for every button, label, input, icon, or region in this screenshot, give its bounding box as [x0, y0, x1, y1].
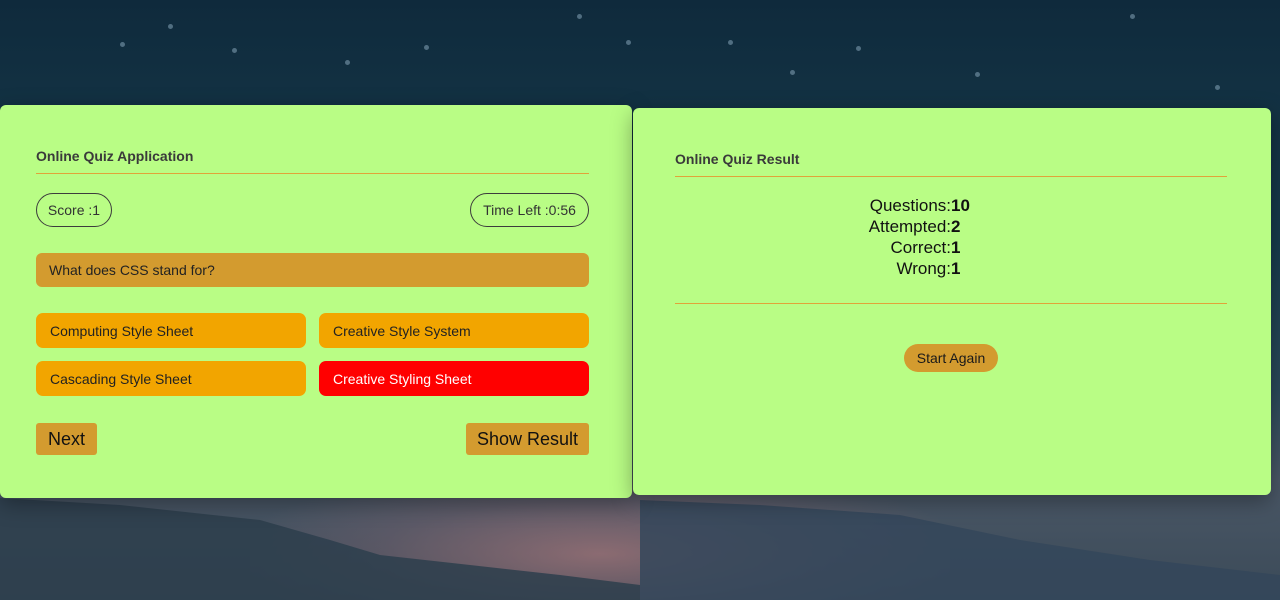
star-decoration — [728, 40, 733, 45]
quiz-title: Online Quiz Application — [36, 148, 194, 164]
score-badge: Score :1 — [36, 193, 112, 227]
show-result-button[interactable]: Show Result — [466, 423, 589, 455]
star-decoration — [168, 24, 173, 29]
stat-label: Wrong: — [896, 259, 952, 278]
result-panel: Online Quiz Result Questions:10 Attempte… — [633, 108, 1271, 495]
star-decoration — [345, 60, 350, 65]
stat-attempted: Attempted:2 — [633, 216, 1271, 237]
stat-value: 1 — [951, 259, 961, 278]
result-title-divider — [675, 176, 1227, 177]
star-decoration — [856, 46, 861, 51]
stat-label: Questions: — [869, 196, 951, 215]
star-decoration — [975, 72, 980, 77]
stat-label: Correct: — [890, 238, 951, 257]
star-decoration — [577, 14, 582, 19]
stat-questions: Questions:10 — [633, 195, 1271, 216]
stat-correct: Correct:1 — [633, 237, 1271, 258]
option-button-1[interactable]: Computing Style Sheet — [36, 313, 306, 348]
stat-wrong: Wrong:1 — [633, 258, 1271, 279]
option-button-2[interactable]: Creative Style System — [319, 313, 589, 348]
quiz-title-divider — [36, 173, 589, 174]
star-decoration — [232, 48, 237, 53]
stat-value: 2 — [951, 217, 961, 236]
stat-value: 1 — [951, 238, 961, 257]
question-text: What does CSS stand for? — [36, 253, 589, 287]
next-button[interactable]: Next — [36, 423, 97, 455]
stat-label: Attempted: — [868, 217, 951, 236]
option-button-4[interactable]: Creative Styling Sheet — [319, 361, 589, 396]
star-decoration — [626, 40, 631, 45]
result-title: Online Quiz Result — [675, 151, 800, 167]
stat-value: 10 — [951, 196, 970, 215]
result-bottom-divider — [675, 303, 1227, 304]
option-button-3[interactable]: Cascading Style Sheet — [36, 361, 306, 396]
time-left-badge: Time Left :0:56 — [470, 193, 589, 227]
result-stats: Questions:10 Attempted:2 Correct:1 Wrong… — [633, 195, 1271, 279]
star-decoration — [1215, 85, 1220, 90]
star-decoration — [1130, 14, 1135, 19]
star-decoration — [790, 70, 795, 75]
star-decoration — [424, 45, 429, 50]
start-again-button[interactable]: Start Again — [904, 344, 998, 372]
star-decoration — [120, 42, 125, 47]
quiz-panel: Online Quiz Application Score :1 Time Le… — [0, 105, 632, 498]
